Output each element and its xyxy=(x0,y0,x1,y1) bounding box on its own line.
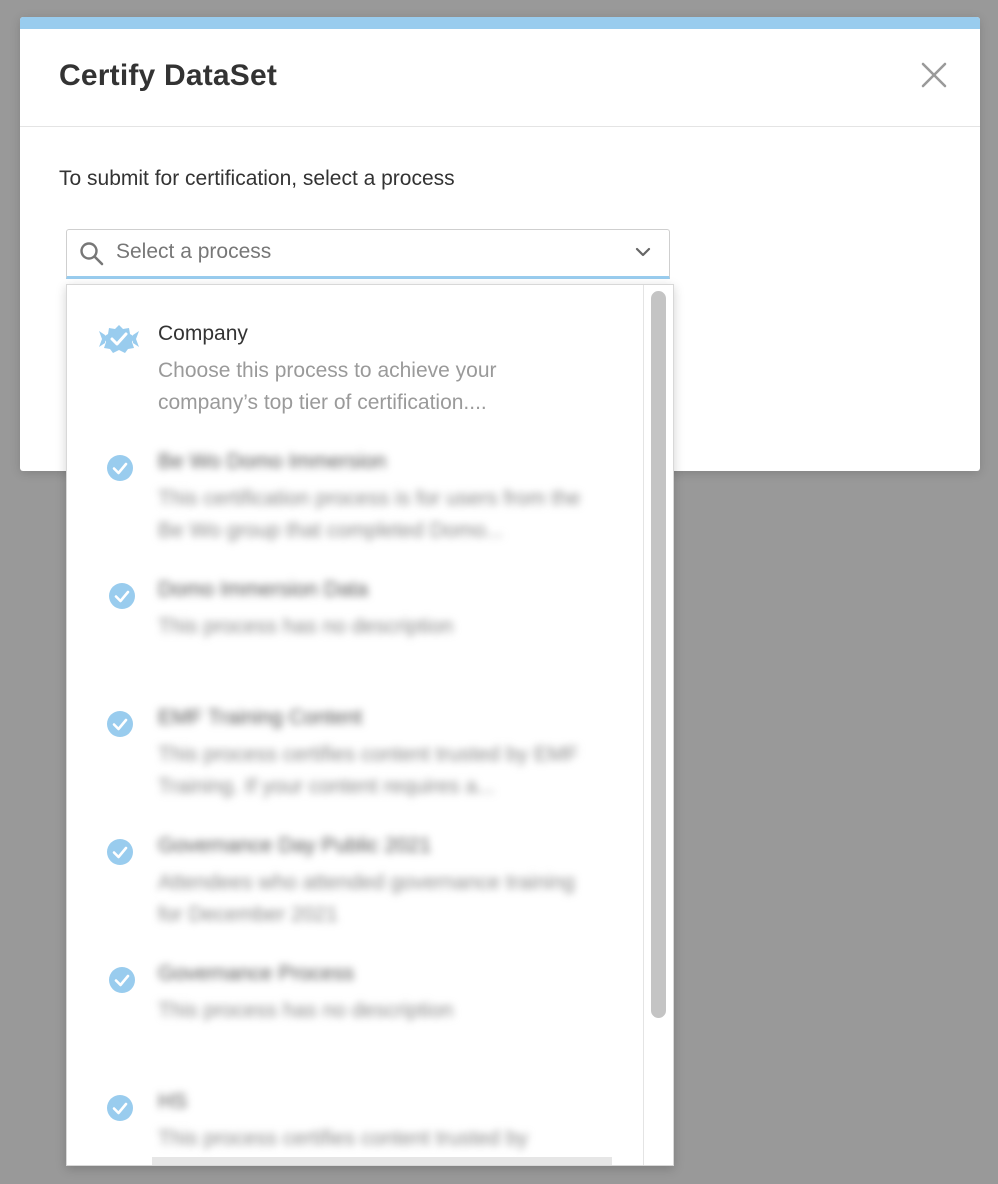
process-option-name: EMF Training Content xyxy=(158,706,363,729)
certified-badge-icon xyxy=(99,325,139,353)
scrollbar-track[interactable] xyxy=(643,285,673,1165)
process-option[interactable]: Governance Process This process has no d… xyxy=(67,925,643,1053)
process-option[interactable]: EMF Training Content This process certif… xyxy=(67,669,643,798)
process-option-description: This process certifies content trusted b… xyxy=(158,1127,528,1150)
chevron-down-icon[interactable] xyxy=(635,246,651,258)
check-circle-icon xyxy=(107,711,133,737)
process-option-description: This process has no description xyxy=(158,999,454,1022)
modal-title: Certify DataSet xyxy=(59,59,278,92)
check-circle-icon xyxy=(109,967,135,993)
process-option-description: This process has no description xyxy=(158,615,454,638)
modal-accent-bar xyxy=(20,17,980,29)
process-option-name: Company xyxy=(158,322,248,345)
process-dropdown-list[interactable]: Company Choose this process to achieve y… xyxy=(66,284,674,1166)
process-select-placeholder: Select a process xyxy=(116,240,272,263)
process-option-name: HS xyxy=(158,1090,188,1113)
close-button[interactable] xyxy=(918,59,950,91)
process-option-description: This certification process is for users … xyxy=(158,487,581,542)
process-option[interactable]: Governance Day Public 2021 Attendees who… xyxy=(67,797,643,926)
list-cutoff-shade xyxy=(152,1157,612,1165)
process-option-name: Be Wo Domo Immersion xyxy=(158,450,387,473)
process-option-name: Governance Day Public 2021 xyxy=(158,834,432,857)
instruction-text: To submit for certification, select a pr… xyxy=(59,167,455,190)
process-option-name: Domo Immersion Data xyxy=(158,578,369,601)
check-circle-icon xyxy=(107,455,133,481)
process-option-description: Attendees who attended governance traini… xyxy=(158,871,575,926)
search-icon xyxy=(80,242,104,266)
process-option-company[interactable]: Company Choose this process to achieve y… xyxy=(67,285,643,414)
process-option[interactable]: HS This process certifies content truste… xyxy=(67,1053,643,1165)
process-select[interactable]: Select a process xyxy=(66,229,670,279)
process-option-name: Governance Process xyxy=(158,962,355,985)
process-option-description: This process certifies content trusted b… xyxy=(158,743,579,798)
scrollbar-thumb[interactable] xyxy=(651,291,666,1018)
process-option[interactable]: Domo Immersion Data This process has no … xyxy=(67,541,643,669)
check-circle-icon xyxy=(107,839,133,865)
process-option[interactable]: Be Wo Domo Immersion This certification … xyxy=(67,413,643,542)
modal-header: Certify DataSet xyxy=(20,29,980,127)
process-option-description: Choose this process to achieve your comp… xyxy=(158,359,497,414)
close-icon xyxy=(921,62,947,88)
check-circle-icon xyxy=(107,1095,133,1121)
check-circle-icon xyxy=(109,583,135,609)
